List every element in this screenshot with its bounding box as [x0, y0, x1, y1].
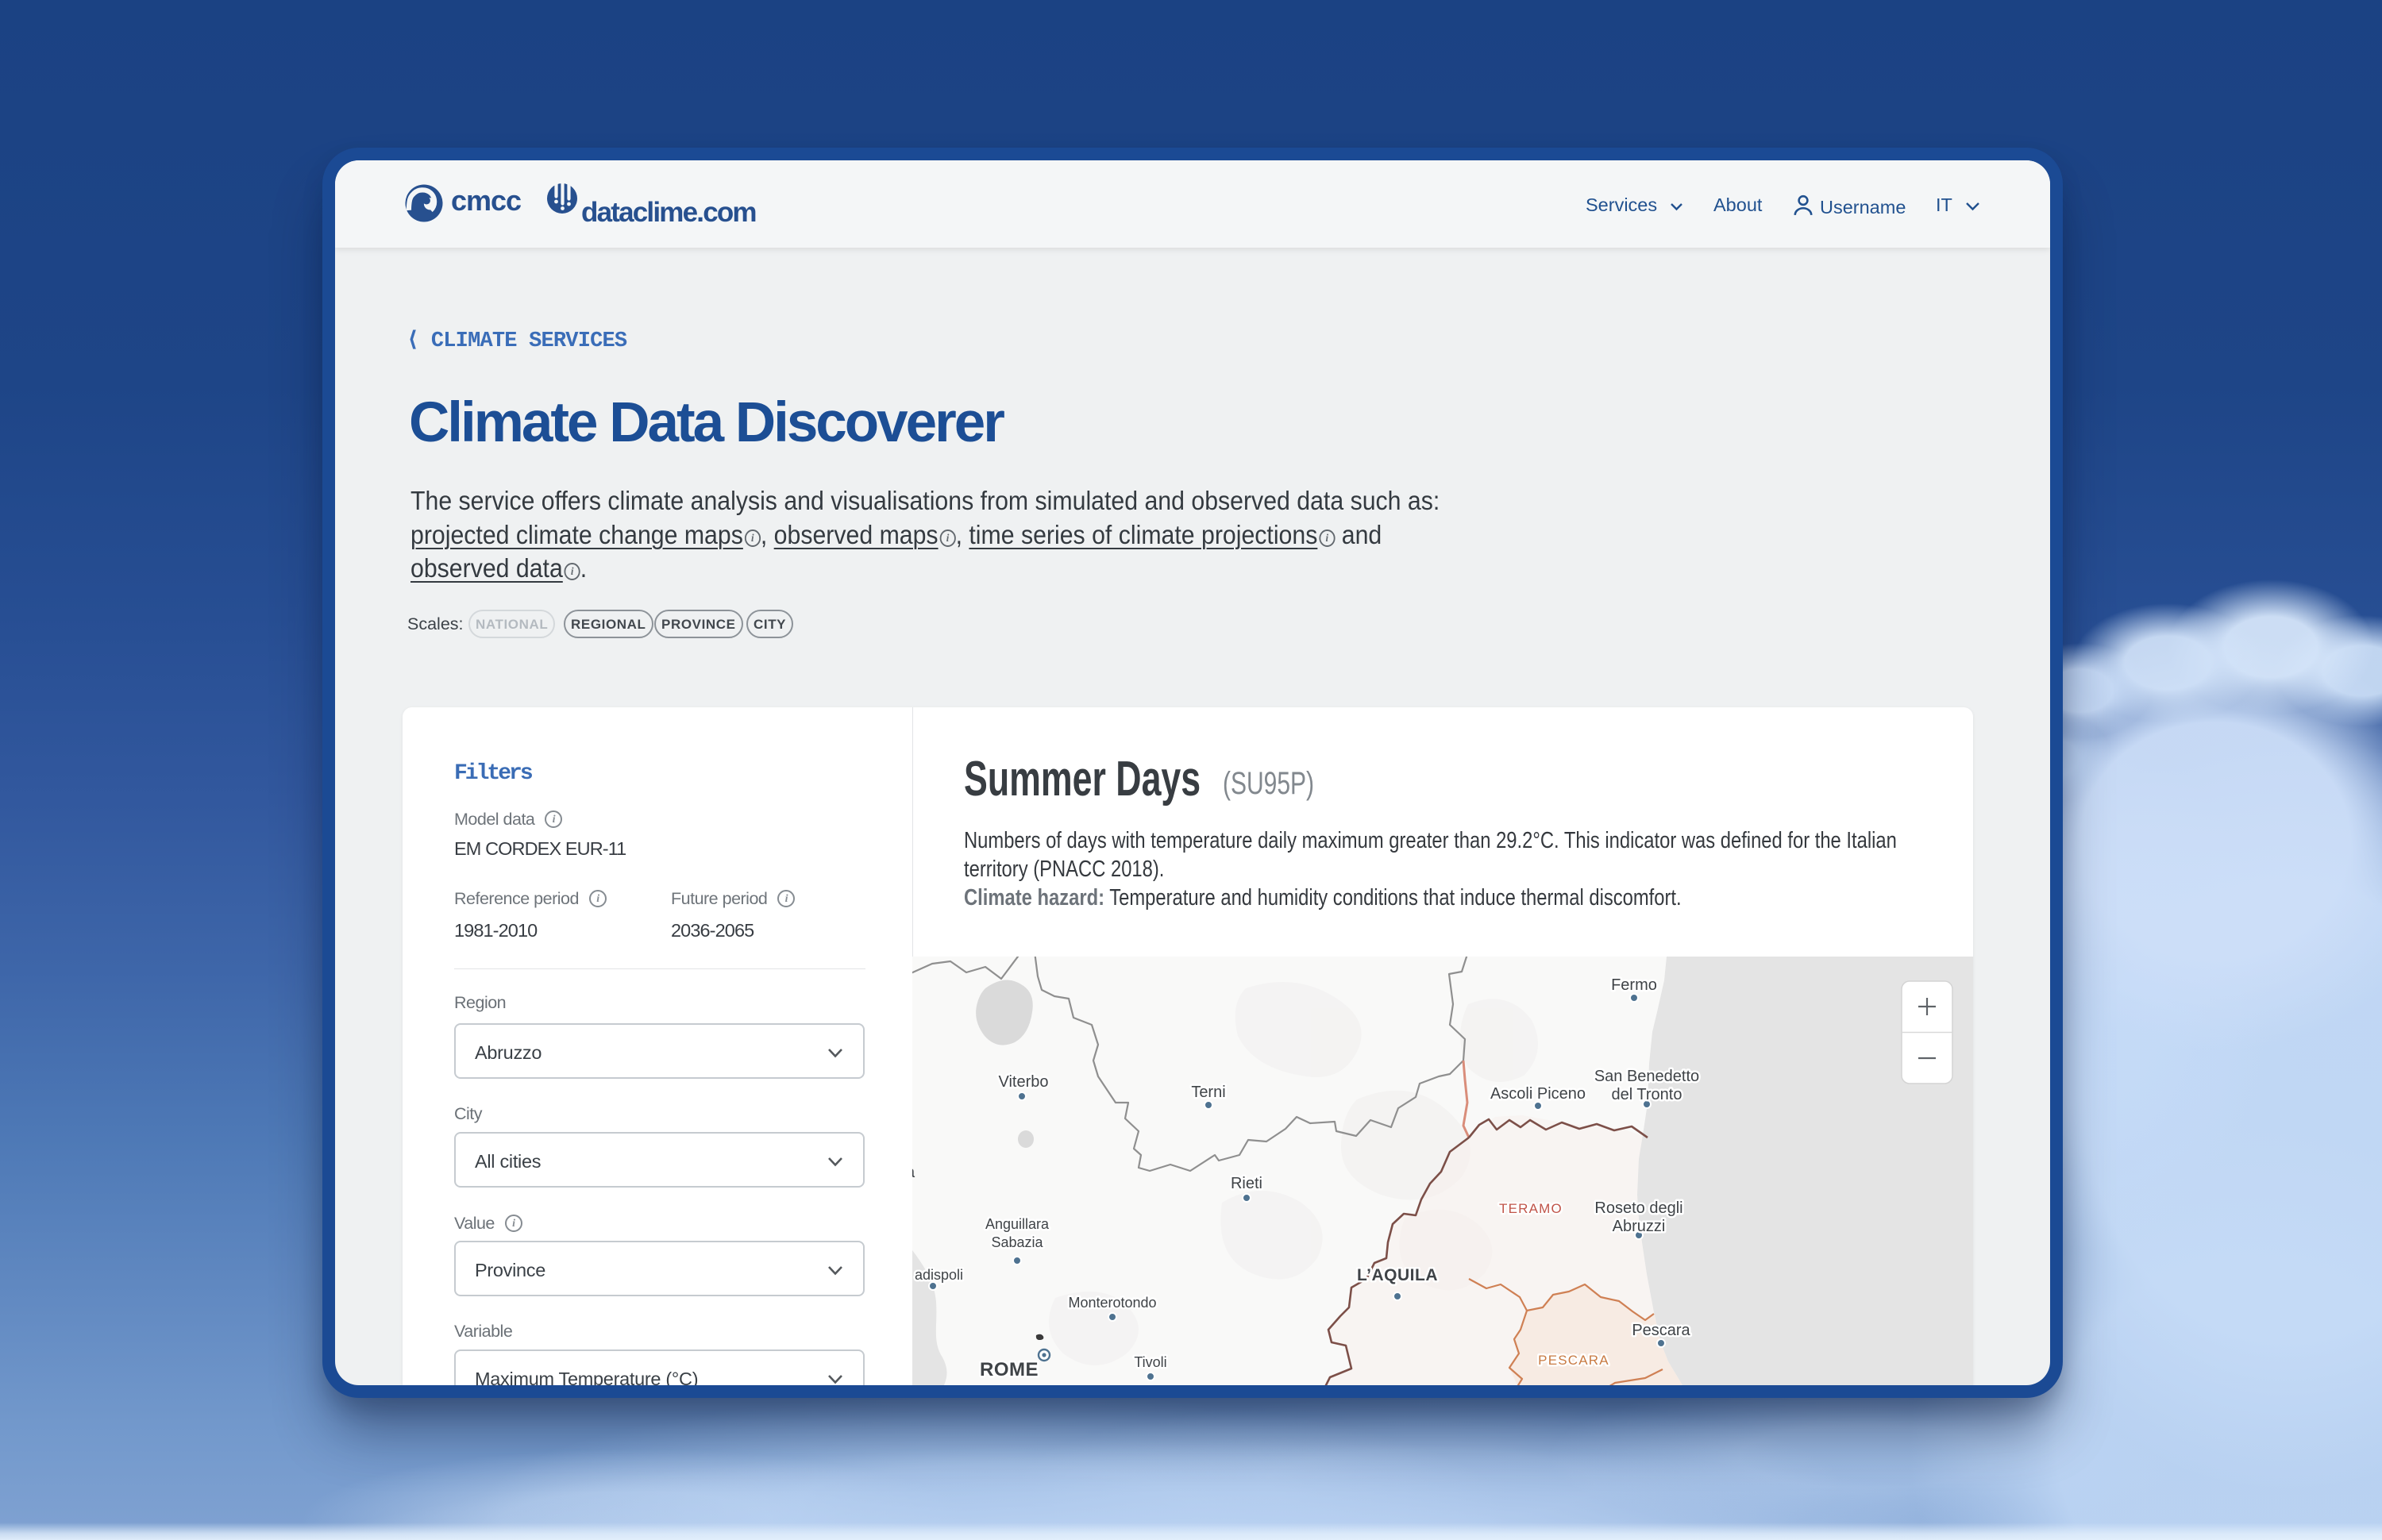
svg-text:TERAMO: TERAMO	[1499, 1201, 1563, 1216]
svg-text:del Tronto: del Tronto	[1612, 1086, 1682, 1103]
svg-text:adispoli: adispoli	[915, 1267, 963, 1283]
svg-text:Ascoli Piceno: Ascoli Piceno	[1490, 1085, 1586, 1103]
svg-text:Roseto degli: Roseto degli	[1594, 1199, 1682, 1217]
svg-text:Pescara: Pescara	[1632, 1322, 1690, 1339]
svg-text:Rieti: Rieti	[1231, 1175, 1262, 1192]
svg-text:PESCARA: PESCARA	[1538, 1353, 1609, 1368]
svg-text:Abruzzi: Abruzzi	[1613, 1218, 1666, 1235]
svg-text:Monterotondo: Monterotondo	[1068, 1295, 1156, 1311]
svg-text:Viterbo: Viterbo	[998, 1073, 1048, 1091]
svg-text:San Benedetto: San Benedetto	[1594, 1068, 1699, 1085]
svg-text:L’AQUILA: L’AQUILA	[1357, 1266, 1438, 1284]
svg-text:Fermo: Fermo	[1611, 976, 1657, 994]
svg-text:Tivoli: Tivoli	[1134, 1354, 1166, 1370]
svg-text:Anguillara: Anguillara	[985, 1216, 1050, 1232]
svg-text:Terni: Terni	[1191, 1084, 1225, 1101]
svg-text:Sabazia: Sabazia	[991, 1234, 1043, 1250]
svg-text:ROME: ROME	[980, 1359, 1039, 1380]
